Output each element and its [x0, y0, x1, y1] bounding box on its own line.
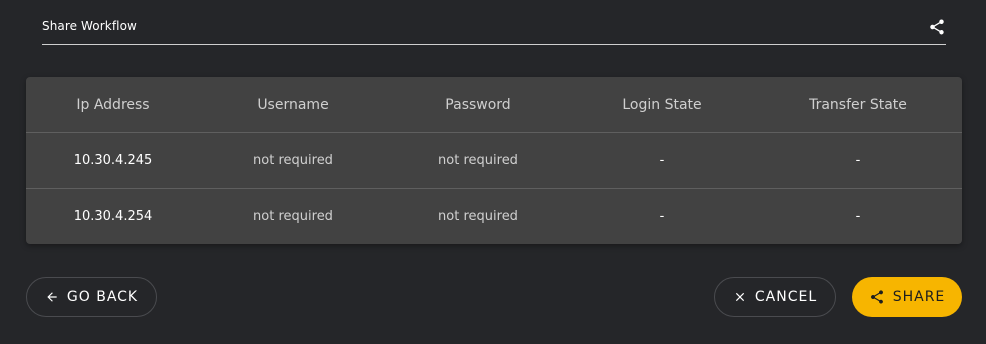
column-header-transfer-state: Transfer State: [809, 96, 907, 113]
table-row: 10.30.4.254 not required not required - …: [26, 189, 962, 244]
cell-username: not required: [253, 209, 333, 224]
share-icon: [870, 290, 883, 304]
arrow-left-icon: [47, 292, 57, 302]
column-header-username: Username: [257, 96, 329, 113]
cell-login-state: -: [659, 153, 665, 168]
share-workflow-dialog: Share Workflow Ip Address Username Passw…: [0, 0, 986, 344]
close-icon: [735, 292, 744, 302]
cell-ip-address: 10.30.4.245: [73, 153, 153, 168]
page-title: Share Workflow: [42, 19, 137, 33]
cell-password: not required: [438, 153, 518, 168]
column-header-ip-address: Ip Address: [76, 96, 150, 113]
cell-password: not required: [438, 209, 518, 224]
share-label: SHARE: [892, 289, 946, 305]
share-icon[interactable]: [928, 18, 946, 36]
cancel-button[interactable]: CANCEL: [714, 277, 836, 317]
devices-table: Ip Address Username Password Login State…: [26, 77, 962, 244]
cancel-label: CANCEL: [754, 289, 818, 305]
column-header-login-state: Login State: [622, 96, 702, 113]
cell-ip-address: 10.30.4.254: [73, 209, 153, 224]
table-header-row: Ip Address Username Password Login State…: [26, 77, 962, 133]
go-back-label: GO BACK: [66, 289, 139, 305]
cell-transfer-state: -: [855, 153, 861, 168]
cell-username: not required: [253, 153, 333, 168]
column-header-password: Password: [445, 96, 511, 113]
go-back-button[interactable]: GO BACK: [26, 277, 157, 317]
cell-transfer-state: -: [855, 209, 861, 224]
cell-login-state: -: [659, 209, 665, 224]
share-workflow-header: Share Workflow: [42, 0, 946, 45]
table-row: 10.30.4.245 not required not required - …: [26, 133, 962, 189]
share-button[interactable]: SHARE: [852, 277, 962, 317]
